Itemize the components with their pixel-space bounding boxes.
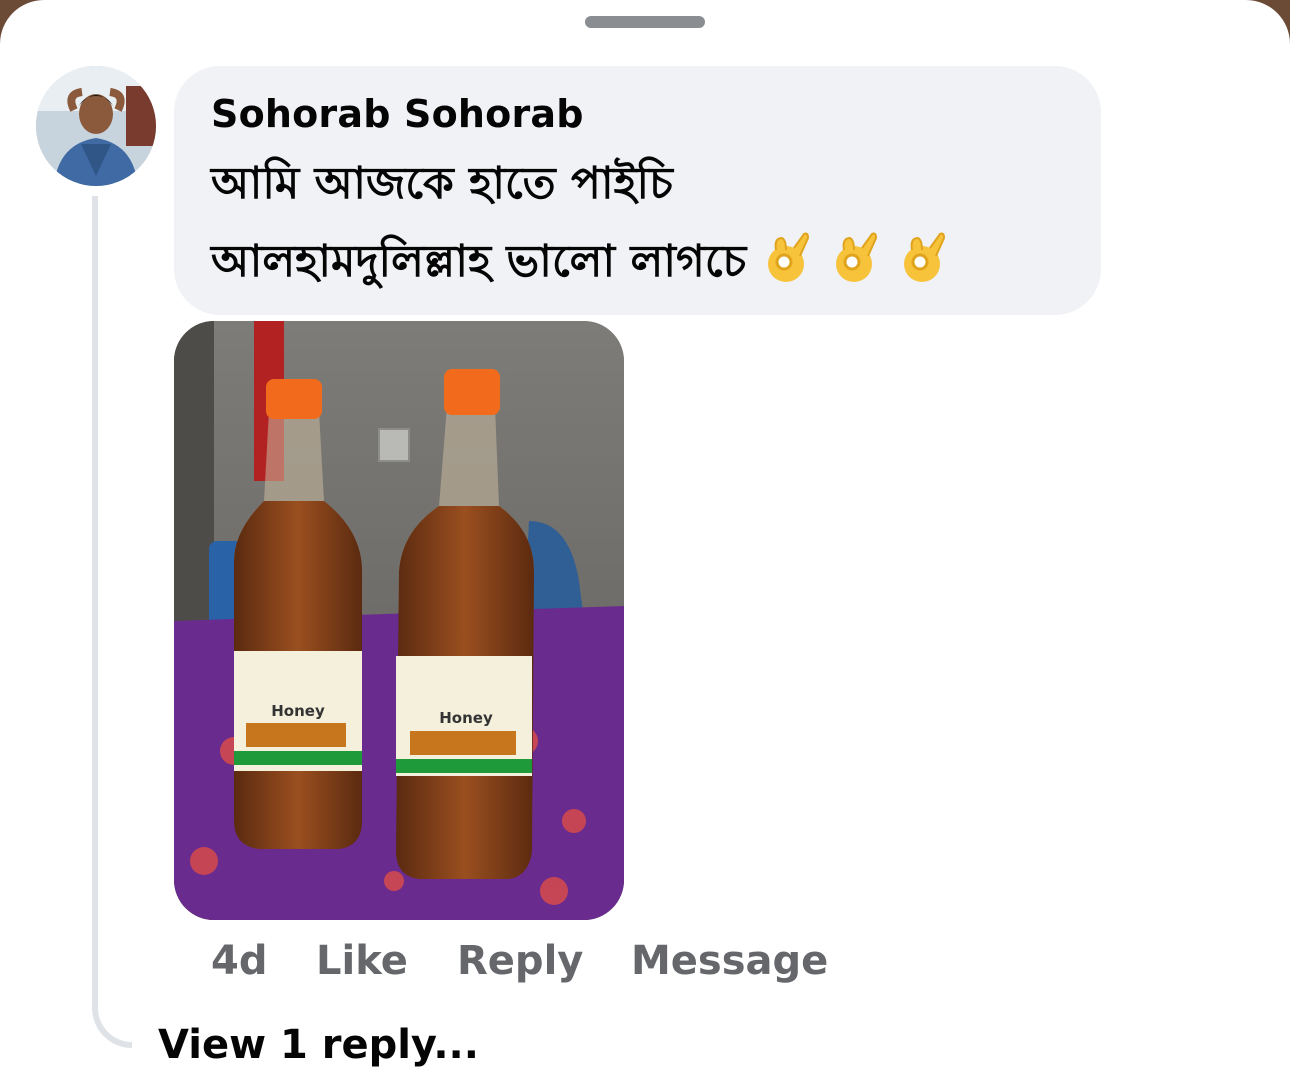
bottle-label-left: Honey — [271, 702, 325, 720]
comment-author-name[interactable]: Sohorab Sohorab — [211, 92, 584, 136]
honey-bottles-photo: Honey Honey — [174, 321, 624, 920]
comment-text-line-2: আলহামদুলিল্লাহ ভালো লাগচে — [211, 228, 950, 301]
message-button[interactable]: Message — [631, 938, 828, 984]
ok-hand-icon — [768, 232, 810, 282]
sheet-grabber-handle[interactable] — [585, 16, 705, 28]
ok-hand-icon — [904, 232, 946, 282]
avatar-photo — [36, 66, 156, 186]
comment-text-line-1: আমি আজকে হাতে পাইচি — [211, 158, 673, 209]
comment-sheet: Sohorab Sohorab আমি আজকে হাতে পাইচি আলহা… — [0, 0, 1290, 1086]
avatar[interactable] — [36, 66, 156, 186]
comment-timestamp[interactable]: 4d — [211, 938, 267, 984]
bottle-label-right: Honey — [439, 709, 493, 727]
like-button[interactable]: Like — [316, 938, 408, 984]
reply-button[interactable]: Reply — [457, 938, 583, 984]
comment-text-line-2-text: আলহামদুলিল্লাহ ভালো লাগচে — [211, 236, 747, 287]
comment-photo[interactable]: Honey Honey — [174, 321, 624, 920]
ok-hand-icon — [836, 232, 878, 282]
thread-connector-line — [92, 196, 132, 1048]
view-replies-link[interactable]: View 1 reply... — [158, 1022, 479, 1068]
